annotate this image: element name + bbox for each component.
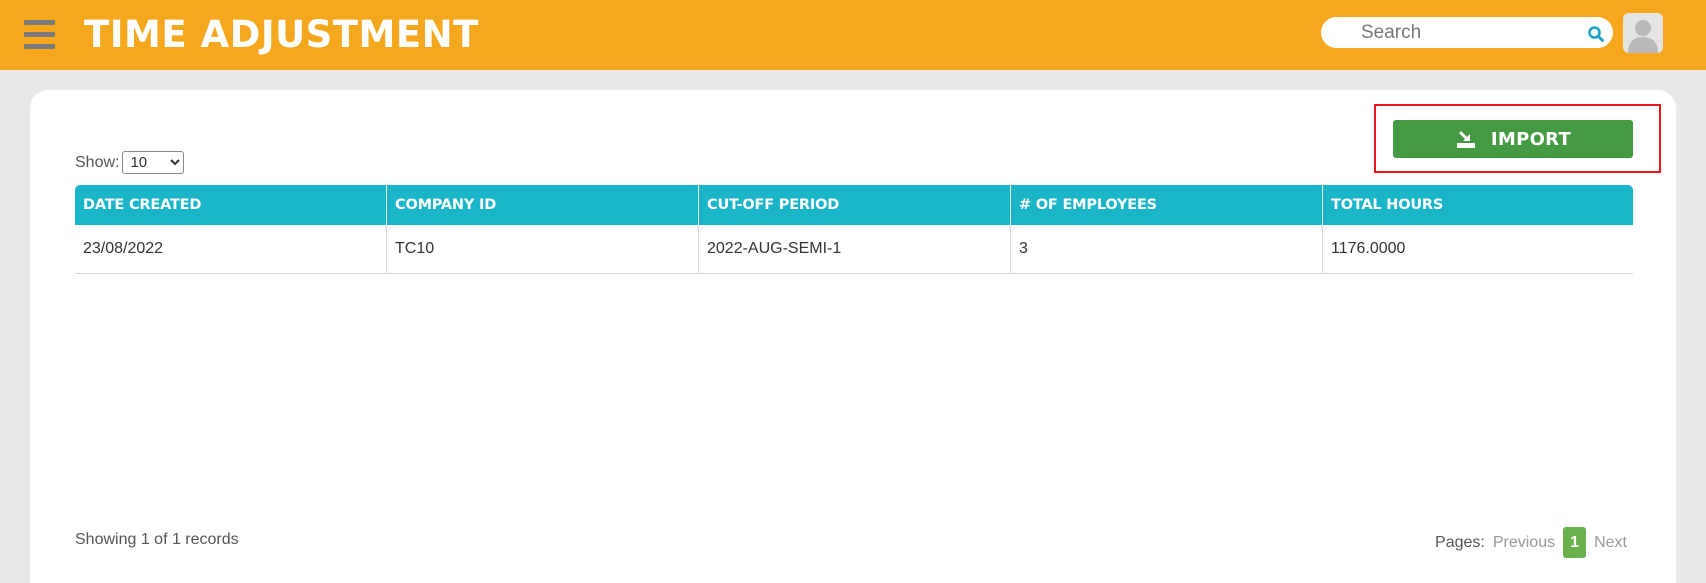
- pagination: Pages: Previous 1 Next: [1435, 527, 1627, 558]
- import-button[interactable]: IMPORT: [1393, 120, 1633, 158]
- page-title: TIME ADJUSTMENT: [84, 13, 479, 56]
- table-header: DATE CREATED COMPANY ID CUT-OFF PERIOD #…: [75, 185, 1633, 225]
- menu-icon[interactable]: [24, 20, 55, 49]
- cell-date-created: 23/08/2022: [75, 225, 387, 273]
- column-header-cut-off-period[interactable]: CUT-OFF PERIOD: [699, 185, 1011, 225]
- avatar-icon: [1623, 13, 1663, 53]
- table-row[interactable]: 23/08/2022 TC10 2022-AUG-SEMI-1 3 1176.0…: [75, 225, 1633, 274]
- avatar[interactable]: [1623, 13, 1663, 53]
- column-header-total-hours[interactable]: TOTAL HOURS: [1323, 185, 1633, 225]
- import-icon: [1456, 130, 1475, 148]
- show-label: Show:: [75, 153, 120, 171]
- column-header-employees[interactable]: # OF EMPLOYEES: [1011, 185, 1323, 225]
- records-summary: Showing 1 of 1 records: [75, 531, 239, 548]
- search-box[interactable]: [1321, 17, 1613, 48]
- adjustments-table: DATE CREATED COMPANY ID CUT-OFF PERIOD #…: [75, 185, 1633, 274]
- cell-employees: 3: [1011, 225, 1323, 273]
- page-size-control: Show: 10: [75, 151, 185, 174]
- pages-label: Pages:: [1435, 533, 1485, 551]
- search-icon[interactable]: [1587, 25, 1605, 43]
- cell-cut-off-period: 2022-AUG-SEMI-1: [699, 225, 1011, 273]
- current-page-button[interactable]: 1: [1563, 527, 1587, 558]
- next-page-link[interactable]: Next: [1594, 534, 1627, 552]
- column-header-company-id[interactable]: COMPANY ID: [387, 185, 699, 225]
- top-bar: TIME ADJUSTMENT: [0, 0, 1706, 70]
- previous-page-link[interactable]: Previous: [1493, 534, 1555, 552]
- search-input[interactable]: [1361, 20, 1581, 45]
- import-label: IMPORT: [1490, 128, 1572, 150]
- column-header-date-created[interactable]: DATE CREATED: [75, 185, 387, 225]
- page-size-select[interactable]: 10: [122, 151, 185, 174]
- cell-total-hours: 1176.0000: [1331, 240, 1406, 257]
- cell-company-id: TC10: [387, 225, 699, 273]
